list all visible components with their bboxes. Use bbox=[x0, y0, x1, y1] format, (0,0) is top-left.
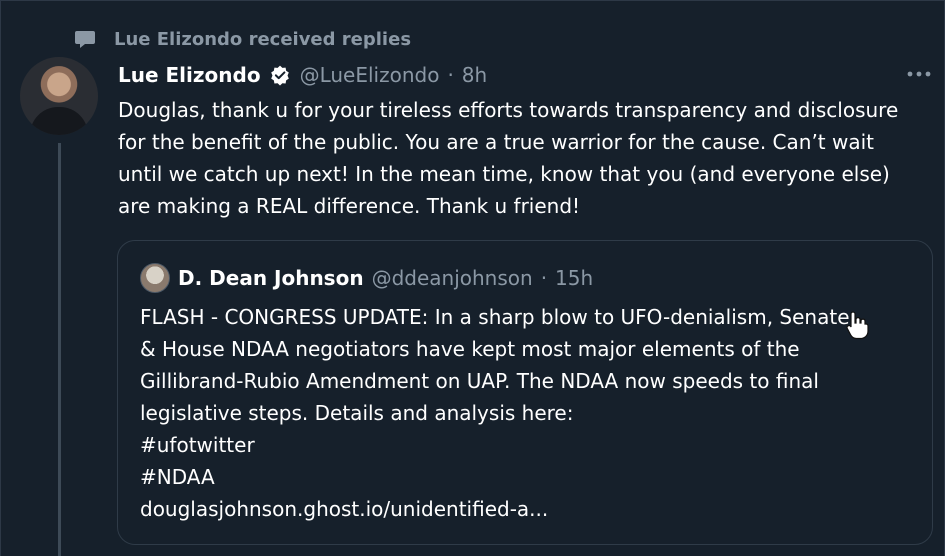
quoted-author-avatar bbox=[140, 263, 170, 293]
quoted-meta-separator: · bbox=[540, 266, 548, 290]
reply-bubble-icon bbox=[72, 26, 98, 52]
hashtag-link[interactable]: #NDAA bbox=[140, 461, 910, 493]
tweet-header: Lue Elizondo @LueElizondo · 8h bbox=[118, 59, 487, 91]
quoted-tweet-header: D. Dean Johnson @ddeanjohnson · 15h bbox=[178, 262, 593, 294]
quoted-author-handle: @ddeanjohnson bbox=[371, 266, 533, 290]
article-link[interactable]: douglasjohnson.ghost.io/unidentified-a..… bbox=[140, 493, 910, 525]
quoted-text-line: legislative steps. Details and analysis … bbox=[140, 401, 574, 425]
quoted-text-line: & House NDAA negotiators have kept most … bbox=[140, 337, 800, 361]
quoted-text-line: FLASH - CONGRESS UPDATE: In a sharp blow… bbox=[140, 305, 850, 329]
social-context-text: Lue Elizondo received replies bbox=[114, 28, 412, 50]
author-avatar[interactable] bbox=[20, 57, 98, 135]
hashtag-link[interactable]: #ufotwitter bbox=[140, 429, 910, 461]
quoted-text-line: Gillibrand-Rubio Amendment on UAP. The N… bbox=[140, 369, 819, 393]
more-options-icon[interactable] bbox=[905, 64, 933, 84]
quoted-tweet-card[interactable]: D. Dean Johnson @ddeanjohnson · 15h FLAS… bbox=[117, 240, 933, 545]
verified-badge-icon bbox=[269, 64, 292, 87]
quoted-tweet-body: FLASH - CONGRESS UPDATE: In a sharp blow… bbox=[140, 301, 910, 525]
thread-connector bbox=[58, 143, 61, 556]
social-context: Lue Elizondo received replies bbox=[72, 26, 411, 52]
meta-separator: · bbox=[447, 63, 454, 87]
tweet-time[interactable]: 8h bbox=[462, 63, 487, 87]
author-name[interactable]: Lue Elizondo bbox=[118, 63, 261, 87]
quoted-author-name: D. Dean Johnson bbox=[178, 266, 364, 290]
author-handle[interactable]: @LueElizondo bbox=[300, 63, 440, 87]
tweet-body: Douglas, thank u for your tireless effor… bbox=[118, 98, 899, 218]
quoted-tweet-time: 15h bbox=[555, 266, 594, 290]
